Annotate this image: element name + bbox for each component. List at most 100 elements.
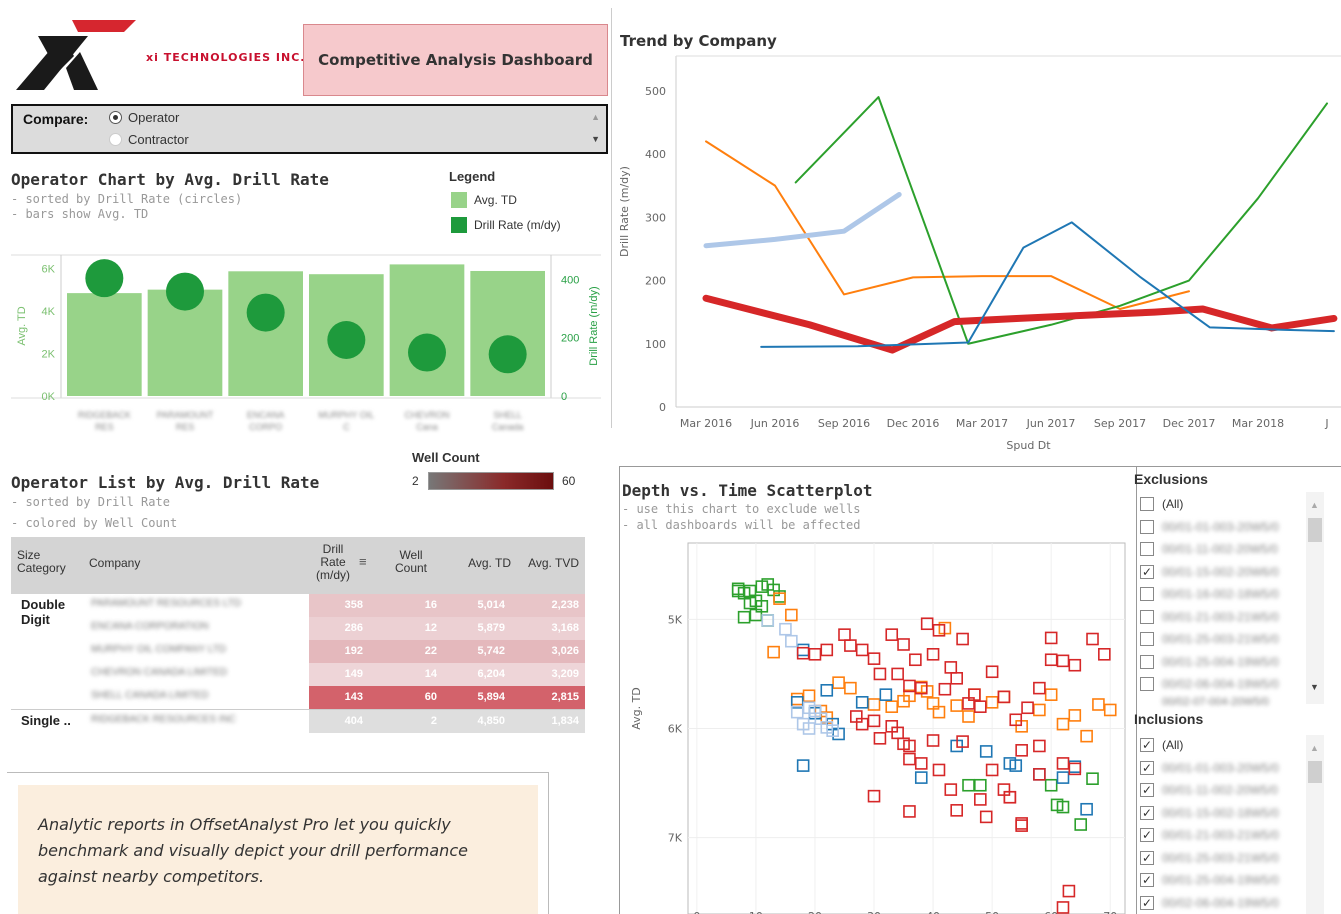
exclusions-title: Exclusions	[1134, 471, 1208, 487]
scatter-point	[920, 617, 934, 631]
checkbox-icon[interactable]	[1140, 654, 1154, 669]
filter-item[interactable]: ✓ 00/01-25-003-21W5/0	[1140, 847, 1300, 870]
scatter-point	[796, 646, 810, 660]
filter-item[interactable]: ✓ 00/01-01-003-20W5/0	[1140, 757, 1300, 780]
scatter-point	[1021, 701, 1034, 715]
table-row[interactable]: MURPHY OIL COMPANY LTD 192 22 5,742 3,026	[11, 640, 585, 663]
compare-option-operator[interactable]: Operator	[109, 110, 179, 125]
filter-item[interactable]: 00/01-01-003-20W5/0	[1140, 516, 1300, 539]
y2-axis-label: Drill Rate (m/dy)	[588, 286, 600, 365]
filter-item[interactable]: 00/01-11-002-20W5/0	[1140, 538, 1300, 561]
well-count-gradient	[428, 472, 554, 490]
column-header[interactable]: Drill Rate (m/dy)	[311, 543, 355, 582]
scroll-down-icon[interactable]: ▼	[591, 134, 600, 144]
inclusions-scrollbar[interactable]: ▲	[1306, 735, 1324, 914]
scrollbar-thumb[interactable]	[1308, 518, 1322, 542]
sort-icon[interactable]: ≡	[359, 554, 367, 569]
filter-item[interactable]: ✓ 00/01-15-002-20W6/0	[1140, 561, 1300, 584]
radio-selected-icon	[109, 111, 122, 124]
scroll-up-icon[interactable]: ▲	[591, 112, 600, 122]
depth-time-scatterplot[interactable]: 5K 6K 7K 0 10 20 30 40 50 60 70 Avg. TD	[620, 535, 1136, 914]
checkbox-icon[interactable]	[1140, 609, 1154, 624]
filter-item[interactable]: 00/01-25-003-21W5/0	[1140, 628, 1300, 651]
checkbox-icon[interactable]	[1140, 519, 1154, 534]
checkbox-icon[interactable]	[1140, 677, 1154, 692]
filter-item-all[interactable]: ✓ (All)	[1140, 734, 1300, 757]
filter-item[interactable]: 00/01-25-004-19W5/0	[1140, 651, 1300, 674]
table-row[interactable]: ENCANA CORPORATION 286 12 5,879 3,168	[11, 617, 585, 640]
checkbox-checked-icon[interactable]: ✓	[1140, 805, 1154, 820]
column-header[interactable]: Avg. TVD	[515, 557, 579, 570]
operator-chart-title: Operator Chart by Avg. Drill Rate	[11, 170, 329, 189]
callout-box: Analytic reports in OffsetAnalyst Pro le…	[18, 785, 538, 914]
x-tick-label: 70	[1103, 910, 1117, 914]
checkbox-icon[interactable]	[1140, 632, 1154, 647]
scatter-point	[820, 643, 834, 657]
checkbox-icon[interactable]	[1140, 542, 1154, 557]
filter-item[interactable]: 00/01-21-003-21W5/0	[1140, 606, 1300, 629]
table-row[interactable]: RIDGEBACK RESOURCES INC 404 2 4,850 1,834	[11, 710, 585, 733]
callout-text: Analytic reports in OffsetAnalyst Pro le…	[38, 815, 468, 886]
x-tick-label: PARAMOUNT RES	[157, 410, 214, 432]
scatter-point	[1056, 654, 1070, 668]
filter-item[interactable]: ✓ 00/01-11-002-20W5/0	[1140, 779, 1300, 802]
filter-item[interactable]: ✓ 00/01-15-002-18W5/0	[1140, 802, 1300, 825]
filter-item-all[interactable]: (All)	[1140, 493, 1300, 516]
table-row[interactable]: PARAMOUNT RESOURCES LTD 358 16 5,014 2,238	[11, 594, 585, 617]
y-tick-label: 400	[645, 148, 666, 161]
checkbox-icon[interactable]	[1140, 497, 1154, 512]
checkbox-checked-icon[interactable]: ✓	[1140, 738, 1154, 753]
checkbox-checked-icon[interactable]: ✓	[1140, 828, 1154, 843]
filter-item[interactable]: ✓ 00/01-21-003-21W5/0	[1140, 824, 1300, 847]
filter-panel-frame	[1133, 466, 1341, 467]
cell-well-count: 14	[424, 668, 437, 680]
x-tick-label: 50	[985, 910, 999, 914]
x-tick-label: ENCANA CORPO	[247, 410, 285, 432]
scroll-up-icon[interactable]: ▲	[1310, 500, 1319, 510]
column-header[interactable]: Well Count	[389, 549, 433, 575]
scatter-point	[962, 778, 975, 792]
checkbox-checked-icon[interactable]: ✓	[1140, 850, 1154, 865]
filter-item[interactable]: ✓ 00/02-06-004-19W5/0	[1140, 892, 1300, 914]
x-tick-label: Mar 2016	[680, 417, 732, 430]
x-tick-label: Sep 2016	[818, 417, 870, 430]
scatter-point	[997, 690, 1011, 704]
checkbox-checked-icon[interactable]: ✓	[1140, 895, 1154, 910]
legend-swatch	[451, 192, 467, 208]
scatter-point	[761, 614, 775, 627]
scroll-up-icon[interactable]: ▲	[1310, 743, 1319, 753]
column-header[interactable]: Avg. TD	[447, 557, 511, 570]
scatter-point	[1033, 703, 1046, 717]
scatter-point	[1062, 884, 1076, 898]
company-name: RIDGEBACK RESOURCES INC	[91, 714, 237, 725]
table-row[interactable]: CHEVRON CANADA LIMITED 149 14 6,204 3,209	[11, 663, 585, 686]
scatter-point	[879, 688, 893, 701]
legend-label: Drill Rate (m/dy)	[474, 218, 561, 232]
scatter-subtitle: - all dashboards will be affected	[622, 518, 861, 532]
operator-chart-subtitle: - sorted by Drill Rate (circles)	[11, 192, 243, 206]
scrollbar-thumb[interactable]	[1308, 761, 1322, 783]
x-tick-label: J	[1324, 417, 1328, 430]
filter-item[interactable]: 00/02-06-004-19W5/0	[1140, 673, 1300, 696]
y-tick-label: 6K	[668, 723, 683, 736]
scatter-point	[855, 643, 869, 657]
filter-item-label: 00/01-11-002-20W5/0	[1162, 783, 1278, 798]
checkbox-checked-icon[interactable]: ✓	[1140, 564, 1154, 579]
checkbox-checked-icon[interactable]: ✓	[1140, 873, 1154, 888]
filter-item[interactable]: 00/01-16-002-18W5/0	[1140, 583, 1300, 606]
filter-item[interactable]: ✓ 00/01-25-004-19W5/0	[1140, 869, 1300, 892]
column-header[interactable]: Size Category	[17, 549, 89, 575]
drill-rate-dot	[488, 335, 527, 374]
series-line	[702, 294, 1338, 354]
compare-option-label: Contractor	[128, 132, 189, 147]
scroll-down-icon[interactable]: ▼	[1310, 682, 1319, 692]
x-tick-label: Jun 2017	[1026, 417, 1076, 430]
table-row[interactable]: SHELL CANADA LIMITED 143 60 5,894 2,815	[11, 686, 585, 709]
compare-option-contractor[interactable]: Contractor	[109, 132, 189, 147]
checkbox-icon[interactable]	[1140, 587, 1154, 602]
column-header[interactable]: Company	[89, 557, 309, 570]
exclusions-scrollbar[interactable]: ▲ ▼	[1306, 492, 1324, 704]
checkbox-checked-icon[interactable]: ✓	[1140, 760, 1154, 775]
logo	[14, 18, 136, 92]
checkbox-checked-icon[interactable]: ✓	[1140, 783, 1154, 798]
